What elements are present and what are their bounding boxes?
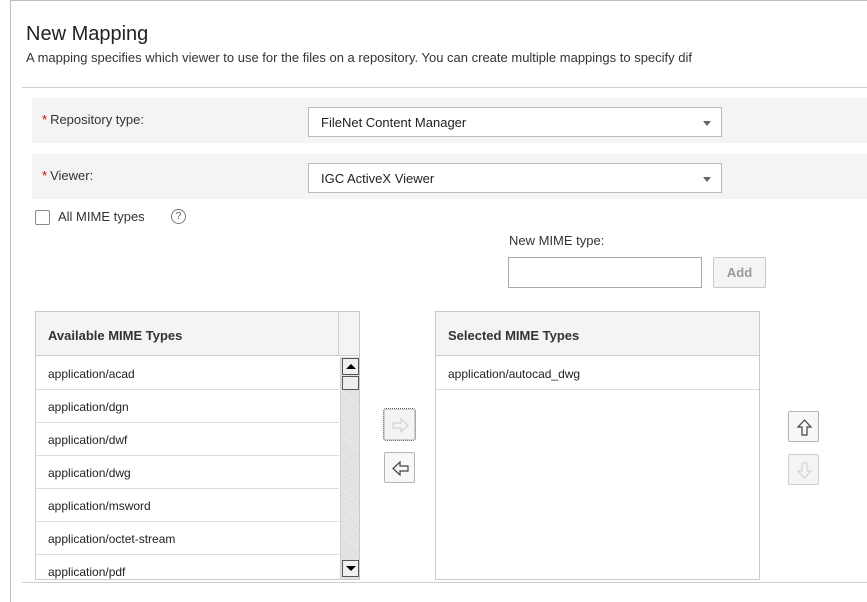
list-item[interactable]: application/octet-stream: [36, 522, 339, 555]
arrow-right-icon: [392, 417, 409, 434]
header-divider: [22, 87, 867, 88]
add-button[interactable]: Add: [713, 257, 766, 288]
scroll-down-icon[interactable]: [342, 560, 359, 577]
repository-type-value: FileNet Content Manager: [321, 115, 467, 130]
chevron-down-icon: [703, 177, 711, 182]
list-item[interactable]: application/dgn: [36, 390, 339, 423]
selected-list-header: Selected MIME Types: [436, 312, 759, 356]
all-mime-types-checkbox[interactable]: [35, 210, 50, 225]
new-mime-type-label: New MIME type:: [509, 233, 605, 248]
page-description: A mapping specifies which viewer to use …: [26, 50, 693, 65]
viewer-row: * Viewer: IGC ActiveX Viewer: [32, 154, 867, 199]
move-left-button[interactable]: [384, 452, 415, 483]
available-list-header-label: Available MIME Types: [48, 328, 183, 343]
arrow-down-icon: [796, 462, 813, 479]
chevron-down-icon: [703, 121, 711, 126]
available-list-scrollbar[interactable]: [340, 357, 359, 579]
footer-divider: [22, 582, 867, 583]
arrow-up-icon: [796, 419, 813, 436]
available-list-header: Available MIME Types: [36, 312, 359, 356]
viewer-label: * Viewer:: [42, 168, 94, 183]
repository-type-row: * Repository type: FileNet Content Manage…: [32, 98, 867, 143]
list-item[interactable]: application/msword: [36, 489, 339, 522]
required-marker: *: [42, 112, 48, 127]
move-down-button[interactable]: [788, 454, 819, 485]
required-marker: *: [42, 168, 48, 183]
selected-mime-types-list: Selected MIME Types application/autocad_…: [435, 311, 760, 580]
new-mime-type-input[interactable]: [508, 257, 702, 288]
list-item[interactable]: application/acad: [36, 357, 339, 390]
available-mime-types-list: Available MIME Types application/acad ap…: [35, 311, 360, 580]
list-item[interactable]: application/dwf: [36, 423, 339, 456]
arrow-left-icon: [392, 460, 409, 477]
all-mime-types-label[interactable]: All MIME types: [58, 209, 145, 224]
move-up-button[interactable]: [788, 411, 819, 442]
selected-list-header-label: Selected MIME Types: [448, 328, 580, 343]
page-title: New Mapping: [26, 23, 149, 45]
repository-type-label: * Repository type:: [42, 112, 144, 127]
list-item[interactable]: application/autocad_dwg: [436, 357, 759, 390]
list-item[interactable]: application/pdf: [36, 555, 339, 579]
help-circle-icon[interactable]: ?: [171, 209, 186, 224]
scroll-thumb[interactable]: [342, 376, 359, 390]
list-item[interactable]: application/dwg: [36, 456, 339, 489]
viewer-value: IGC ActiveX Viewer: [321, 171, 435, 186]
viewer-select[interactable]: IGC ActiveX Viewer: [308, 163, 722, 193]
header-separator: [338, 312, 339, 356]
repository-type-select[interactable]: FileNet Content Manager: [308, 107, 722, 137]
move-right-button[interactable]: [383, 408, 416, 441]
scroll-up-icon[interactable]: [342, 358, 359, 375]
